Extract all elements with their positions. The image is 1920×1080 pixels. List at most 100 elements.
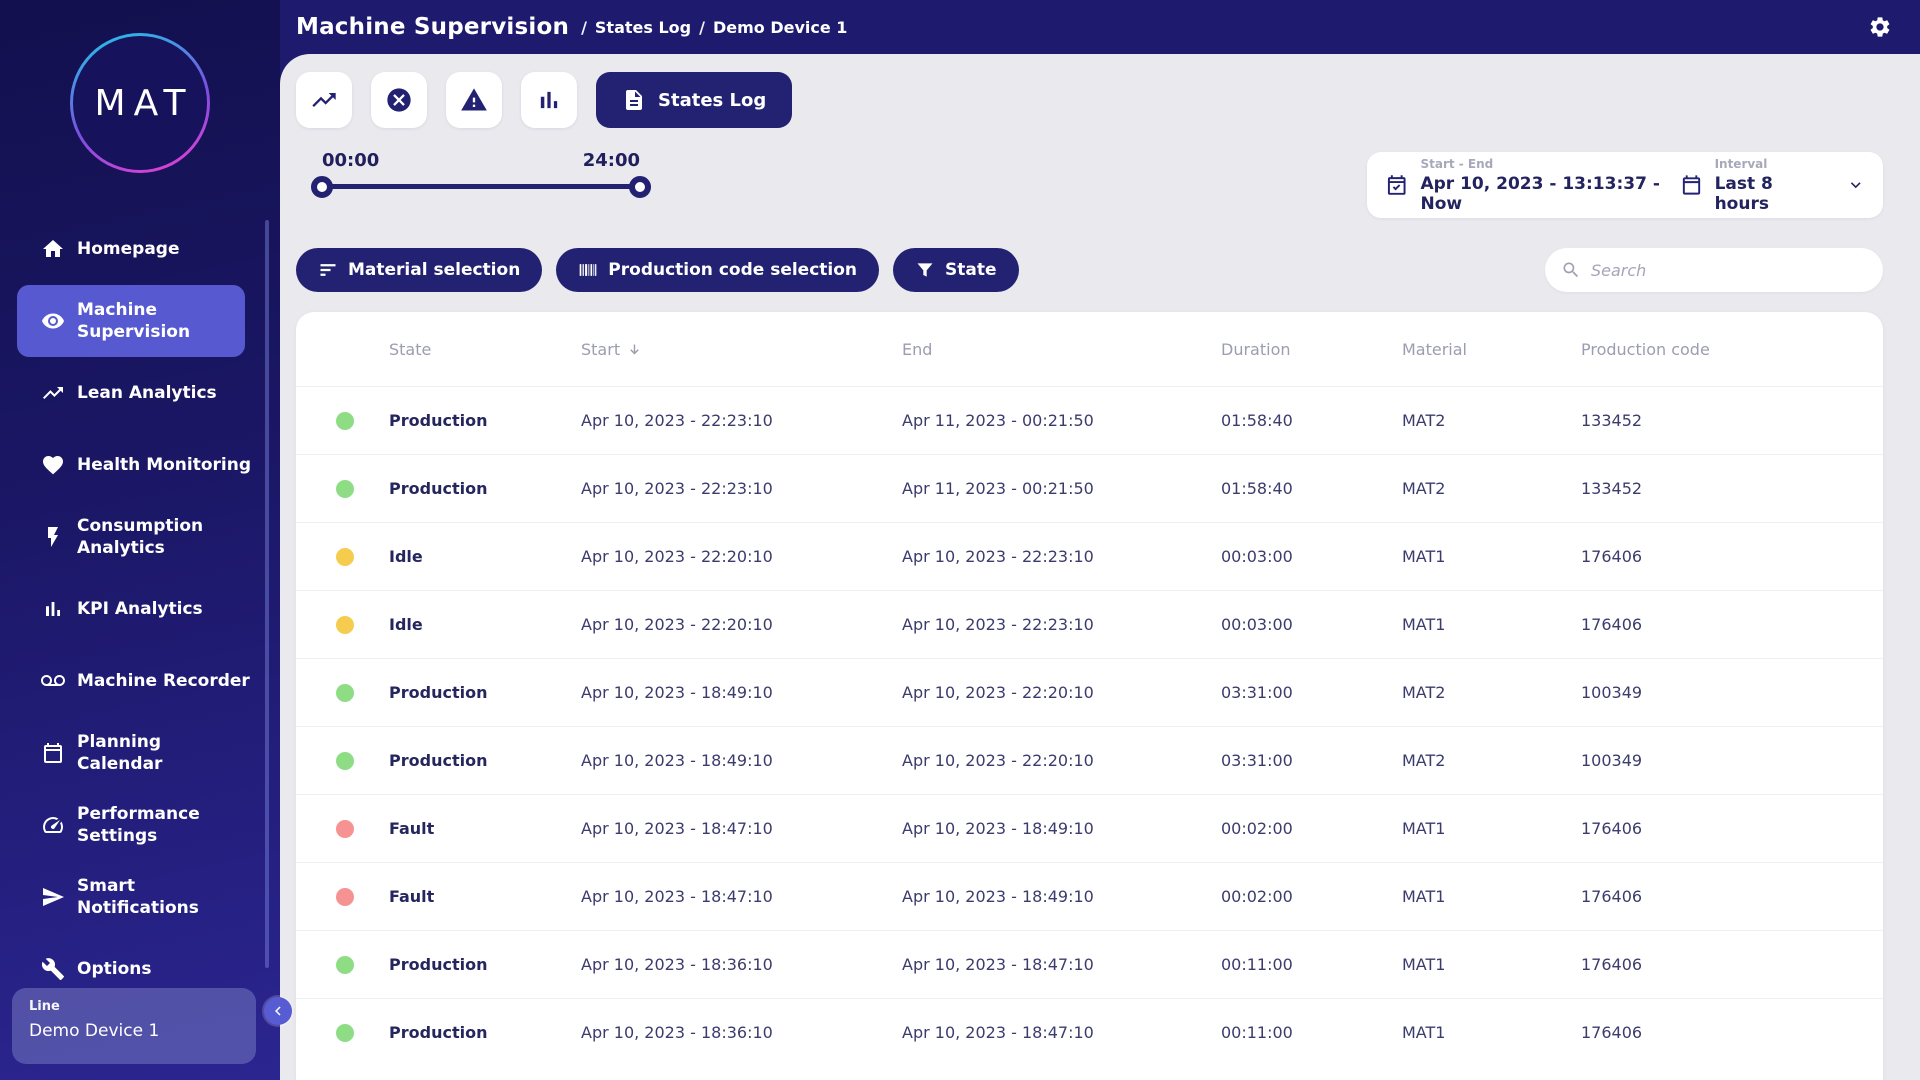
- cell-material: MAT1: [1402, 887, 1581, 906]
- cell-code: 133452: [1581, 411, 1883, 430]
- time-slider-track[interactable]: [322, 184, 640, 189]
- cell-duration: 00:11:00: [1221, 1023, 1402, 1042]
- states-log-icon: [622, 88, 646, 112]
- cell-start: Apr 10, 2023 - 18:47:10: [581, 887, 902, 906]
- breadcrumb-states-log[interactable]: States Log: [595, 18, 691, 37]
- cell-code: 176406: [1581, 1023, 1883, 1042]
- content-panel: States Log 00:00 24:00: [280, 54, 1920, 1080]
- sidebar-item-lean-analytics[interactable]: Lean Analytics: [17, 357, 245, 429]
- sidebar-item-performance-settings[interactable]: Performance Settings: [17, 789, 245, 861]
- sidebar-item-planning-calendar[interactable]: Planning Calendar: [17, 717, 245, 789]
- cell-code: 100349: [1581, 683, 1883, 702]
- breadcrumb: / States Log / Demo Device 1: [581, 18, 847, 37]
- gauge-icon: [41, 813, 65, 837]
- sidebar-item-label: Machine Recorder: [77, 670, 250, 692]
- settings-button[interactable]: [1868, 15, 1892, 39]
- sidebar-collapse-button[interactable]: [264, 997, 292, 1025]
- col-material-label: Material: [1402, 340, 1467, 359]
- col-start[interactable]: Start: [581, 340, 902, 359]
- time-slider-handle-end[interactable]: [629, 176, 651, 198]
- cell-state: Production: [389, 1023, 581, 1042]
- cell-dot: [296, 548, 389, 566]
- cell-dot: [296, 616, 389, 634]
- tab-faults[interactable]: [446, 72, 502, 128]
- state-filter-label: State: [945, 260, 997, 280]
- col-start-label: Start: [581, 340, 620, 359]
- cell-state: Production: [389, 751, 581, 770]
- time-slider-handle-start[interactable]: [311, 176, 333, 198]
- sidebar-item-smart-notifications[interactable]: Smart Notifications: [17, 861, 245, 933]
- start-end-picker[interactable]: Start - End Apr 10, 2023 - 13:13:37 - No…: [1385, 157, 1680, 214]
- sidebar-item-health-monitoring[interactable]: Health Monitoring: [17, 429, 245, 501]
- cell-dot: [296, 480, 389, 498]
- main-area: Machine Supervision / States Log / Demo …: [280, 0, 1920, 1080]
- calendar-icon: [1680, 172, 1703, 198]
- material-selection-button[interactable]: Material selection: [296, 248, 542, 292]
- production-code-selection-button[interactable]: Production code selection: [556, 248, 879, 292]
- breadcrumb-device[interactable]: Demo Device 1: [713, 18, 847, 37]
- sidebar-item-label: Consumption Analytics: [77, 515, 203, 559]
- cell-end: Apr 10, 2023 - 18:49:10: [902, 819, 1221, 838]
- chevron-left-icon: [269, 1002, 287, 1020]
- breadcrumb-separator: /: [699, 18, 705, 37]
- table-row[interactable]: Production Apr 10, 2023 - 18:36:10 Apr 1…: [296, 998, 1883, 1066]
- tab-statistics[interactable]: [521, 72, 577, 128]
- sidebar-item-machine-recorder[interactable]: Machine Recorder: [17, 645, 245, 717]
- cell-end: Apr 11, 2023 - 00:21:50: [902, 411, 1221, 430]
- cell-material: MAT2: [1402, 751, 1581, 770]
- state-dot: [336, 820, 354, 838]
- tab-stops[interactable]: [371, 72, 427, 128]
- col-duration[interactable]: Duration: [1221, 340, 1402, 359]
- cell-end: Apr 10, 2023 - 22:23:10: [902, 615, 1221, 634]
- table-row[interactable]: Production Apr 10, 2023 - 18:49:10 Apr 1…: [296, 658, 1883, 726]
- sidebar-scrollbar[interactable]: [265, 220, 269, 968]
- wrench-icon: [41, 957, 65, 981]
- state-dot: [336, 888, 354, 906]
- cell-duration: 00:03:00: [1221, 615, 1402, 634]
- cell-duration: 00:03:00: [1221, 547, 1402, 566]
- interval-label: Interval: [1715, 157, 1820, 171]
- page-title: Machine Supervision: [296, 14, 569, 40]
- material-selection-label: Material selection: [348, 260, 520, 280]
- table-row[interactable]: Idle Apr 10, 2023 - 22:20:10 Apr 10, 202…: [296, 522, 1883, 590]
- table-row[interactable]: Fault Apr 10, 2023 - 18:47:10 Apr 10, 20…: [296, 862, 1883, 930]
- trend-icon: [41, 381, 65, 405]
- production-code-selection-label: Production code selection: [608, 260, 857, 280]
- sidebar-item-homepage[interactable]: Homepage: [17, 213, 245, 285]
- cell-dot: [296, 1024, 389, 1042]
- table-row[interactable]: Production Apr 10, 2023 - 18:49:10 Apr 1…: [296, 726, 1883, 794]
- table-row[interactable]: Production Apr 10, 2023 - 18:36:10 Apr 1…: [296, 930, 1883, 998]
- table-row[interactable]: Idle Apr 10, 2023 - 22:20:10 Apr 10, 202…: [296, 590, 1883, 658]
- col-end[interactable]: End: [902, 340, 1221, 359]
- tab-timeline[interactable]: [296, 72, 352, 128]
- interval-picker[interactable]: Interval Last 8 hours: [1680, 157, 1865, 214]
- sidebar-item-consumption-analytics[interactable]: Consumption Analytics: [17, 501, 245, 573]
- table-row[interactable]: Production Apr 10, 2023 - 22:23:10 Apr 1…: [296, 454, 1883, 522]
- cell-start: Apr 10, 2023 - 18:49:10: [581, 683, 902, 702]
- sidebar: MAT Homepage Machine Supervision Lean An…: [0, 0, 280, 1080]
- col-production-code[interactable]: Production code: [1581, 340, 1883, 359]
- cell-start: Apr 10, 2023 - 22:20:10: [581, 615, 902, 634]
- col-state[interactable]: State: [389, 340, 581, 359]
- cell-code: 176406: [1581, 955, 1883, 974]
- device-card[interactable]: Line Demo Device 1: [12, 988, 256, 1064]
- sidebar-item-kpi-analytics[interactable]: KPI Analytics: [17, 573, 245, 645]
- cell-material: MAT1: [1402, 547, 1581, 566]
- time-slider-labels: 00:00 24:00: [322, 150, 640, 171]
- search-input[interactable]: [1591, 261, 1867, 280]
- cell-code: 176406: [1581, 887, 1883, 906]
- cell-code: 176406: [1581, 547, 1883, 566]
- state-filter-button[interactable]: State: [893, 248, 1019, 292]
- table-row[interactable]: Production Apr 10, 2023 - 22:23:10 Apr 1…: [296, 386, 1883, 454]
- table-row[interactable]: Fault Apr 10, 2023 - 18:47:10 Apr 10, 20…: [296, 794, 1883, 862]
- table-body: Production Apr 10, 2023 - 22:23:10 Apr 1…: [296, 386, 1883, 1080]
- cell-duration: 01:58:40: [1221, 479, 1402, 498]
- start-end-value: Apr 10, 2023 - 13:13:37 - Now: [1420, 174, 1679, 214]
- sidebar-item-label: KPI Analytics: [77, 598, 203, 620]
- tab-states-log[interactable]: States Log: [596, 72, 792, 128]
- date-range-card: Start - End Apr 10, 2023 - 13:13:37 - No…: [1367, 152, 1883, 218]
- cell-state: Production: [389, 955, 581, 974]
- bar-chart-icon: [535, 86, 563, 114]
- sidebar-item-machine-supervision[interactable]: Machine Supervision: [17, 285, 245, 357]
- col-material[interactable]: Material: [1402, 340, 1581, 359]
